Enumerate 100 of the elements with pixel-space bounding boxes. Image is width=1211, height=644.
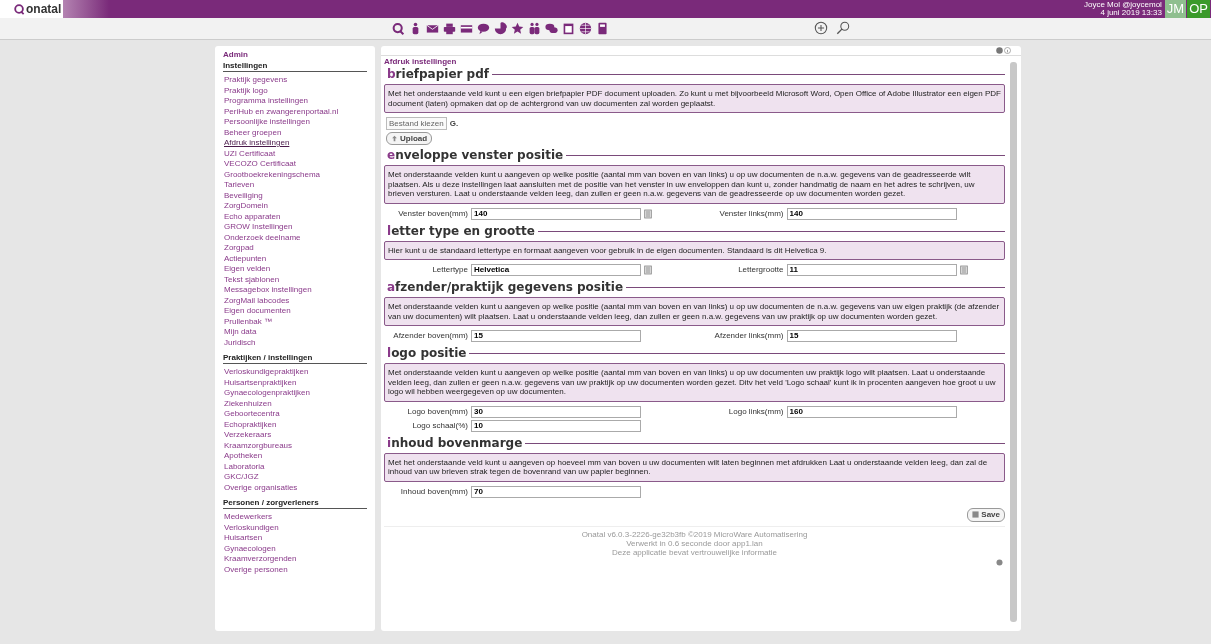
calendar-icon[interactable] — [562, 22, 575, 35]
sidebar-item[interactable]: Verzekeraars — [223, 430, 367, 441]
sidebar-item[interactable]: Beveiliging — [223, 190, 367, 201]
field-label: Logo links(mm) — [727, 405, 784, 418]
section-heading: logo positie — [386, 346, 467, 361]
sidebar-item[interactable]: Verloskundigepraktijken — [223, 367, 367, 378]
logo-text: onatal — [26, 1, 62, 18]
sidebar-item[interactable]: Tekst sjablonen — [223, 274, 367, 285]
sidebar-item[interactable]: Beheer groepen — [223, 127, 367, 138]
sidebar-item[interactable]: Echopraktijken — [223, 419, 367, 430]
printer-icon[interactable] — [443, 22, 456, 35]
section-heading: briefpapier pdf — [386, 67, 489, 82]
search-icon[interactable] — [836, 21, 850, 35]
info-icon[interactable] — [1004, 47, 1011, 54]
sidebar-item[interactable]: Ziekenhuizen — [223, 398, 367, 409]
breadcrumb: Afdruk instellingen — [384, 57, 458, 67]
sidebar-item[interactable]: Laboratoria — [223, 461, 367, 472]
sidebar-item[interactable]: Kraamzorgbureaus — [223, 440, 367, 451]
sidebar-item[interactable]: Huisartsenpraktijken — [223, 377, 367, 388]
sidebar-item[interactable]: Kraamverzorgenden — [223, 554, 367, 565]
people-icon[interactable] — [528, 22, 541, 35]
card-icon[interactable] — [460, 22, 473, 35]
sidebar-item[interactable]: GKC/JGZ — [223, 472, 367, 483]
footer-text: Deze applicatie bevat vertrouwelijke informatie — [612, 547, 777, 557]
field-label: Logo schaal(%) — [411, 419, 468, 432]
sidebar-item[interactable]: Juridisch — [223, 337, 367, 348]
sidebar-heading: Praktijken / instellingen — [223, 352, 367, 364]
sidebar-item[interactable]: Actiepunten — [223, 253, 367, 264]
chat-icon[interactable] — [545, 22, 558, 35]
sidebar-item[interactable]: PeriHub en zwangerenportaal.nl — [223, 106, 367, 117]
sidebar-item[interactable]: Messagebox instellingen — [223, 285, 367, 296]
field-label: Venster links(mm) — [718, 207, 784, 220]
sidebar-item[interactable]: Mijn data — [223, 327, 367, 338]
section-heading: enveloppe venster positie — [386, 148, 564, 163]
description-panel: Met onderstaande velden kunt u aangeven op welke positie (aantal mm van boven en van links) u op uw documenten uw praktijk logo wilt plaatsen. Laat u onderstaande velden leeg, dan zullen er geen n.a.w. gegevens van uw praktijk op uw documenten worden gezet. Ditv het veld 'Logo schaal' kunt ik in procenten aangeven hoe groot u uw logo wil hebben weergegeven op uw documenten. — [384, 363, 1005, 402]
sidebar-item[interactable]: VECOZO Certificaat — [223, 159, 367, 170]
sidebar-item[interactable]: Prullenbak ™ — [223, 316, 367, 327]
sidebar-item[interactable]: Programma instellingen — [223, 96, 367, 107]
sidebar-item[interactable]: Grootboekrekeningschema — [223, 169, 367, 180]
sidebar-item[interactable]: GROW Instellingen — [223, 222, 367, 233]
sidebar-item[interactable]: Verloskundigen — [223, 522, 367, 533]
input-field[interactable]: 15 — [786, 330, 957, 342]
upload-button[interactable]: Upload — [386, 132, 433, 145]
description-panel: Met het onderstaande veld kunt u aangeven op hoeveel mm van boven u uw documenten wilt laten beginnen met afdrukken Laat u onderstaande velden leeg, dan zal de inhoud van uw brieven strak tegen de bovenrand van uw papier beginnen. — [384, 452, 1005, 482]
sidebar-item[interactable]: Praktijk logo — [223, 85, 367, 96]
sidebar-item[interactable]: Gynaecologenpraktijken — [223, 388, 367, 399]
logo-icon — [14, 3, 25, 15]
sidebar-item[interactable]: Afdruk instellingen — [223, 138, 367, 149]
sidebar-item[interactable]: Eigen documenten — [223, 306, 367, 317]
sidebar-item[interactable]: Overige organisaties — [223, 482, 367, 493]
sidebar-item[interactable]: Persoonlijke instellingen — [223, 117, 367, 128]
sidebar-item[interactable]: Gynaecologen — [223, 543, 367, 554]
field-label: Lettertype — [431, 264, 468, 276]
input-field[interactable]: 140 — [471, 207, 641, 220]
sidebar-item[interactable]: Medewerkers — [223, 512, 367, 523]
description-panel: Met onderstaande velden kunt u aangeven op welke positie (aantal mm van boven en van links) u op uw documenten de n.a.w. gegevens van de geadresseerde wilt plaatsen. Als u deze instellingen laat aansluiten met de positie van het venster in uw enveloppen dan kunt u, zonder handmatig de naam en het adres te schrijven, uw brieven versturen. Laat u onderstaande velden leeg, dan zullen er geen n.a.w. gegevens van de geadresseerde op uw documenten worden gezet. — [384, 165, 1005, 204]
file-chooser-button[interactable]: Bestand kiezen — [386, 117, 447, 130]
sidebar-item[interactable]: Huisartsen — [223, 533, 367, 544]
chat-icon[interactable] — [477, 22, 490, 35]
input-field[interactable]: 30 — [471, 405, 641, 418]
sidebar-item[interactable]: Overige personen — [223, 564, 367, 575]
star-icon[interactable] — [511, 22, 524, 35]
sidebar-item[interactable]: Tarieven — [223, 180, 367, 191]
sidebar-heading: Instellingen — [223, 60, 367, 72]
input-field[interactable]: Helvetica — [471, 264, 641, 276]
save-button[interactable]: Save — [967, 507, 1005, 522]
sidebar-item[interactable]: Praktijk gegevens — [223, 75, 367, 86]
mail-icon[interactable] — [426, 22, 439, 35]
input-field[interactable]: 160 — [786, 405, 957, 418]
section-heading: afzender/praktijk gegevens positie — [386, 280, 624, 295]
user-badge[interactable]: OP — [1187, 0, 1210, 18]
input-field[interactable]: 15 — [471, 330, 641, 342]
input-field[interactable]: 70 — [471, 485, 641, 498]
sidebar-item[interactable]: ZorgDomein — [223, 201, 367, 212]
section-heading: letter type en grootte — [386, 223, 535, 239]
sidebar-item[interactable]: ZorgMail labcodes — [223, 295, 367, 306]
field-label: Inhoud boven(mm) — [399, 485, 468, 498]
logo-icon[interactable] — [392, 22, 405, 35]
sidebar-item[interactable]: Echo apparaten — [223, 211, 367, 222]
calculator-icon[interactable] — [596, 22, 609, 35]
section-heading: inhoud bovenmarge — [386, 435, 523, 451]
field-label: Lettergrootte — [737, 264, 784, 276]
upload-icon — [391, 135, 398, 142]
scrollbar[interactable] — [1010, 62, 1017, 622]
input-field[interactable]: 10 — [471, 419, 641, 432]
field-label: Afzender links(mm) — [713, 330, 784, 342]
input-field[interactable]: 11 — [786, 264, 957, 276]
sidebar-item[interactable]: Eigen velden — [223, 264, 367, 275]
sidebar-item[interactable]: Apotheken — [223, 451, 367, 462]
description-panel: Met het onderstaande veld kunt u een eigen briefpapier PDF document uploaden. Zo kunt u met bijvoorbeeld Microsoft Word, Open Office of Adobe Illustrator een eigen PDF document (laten) opmaken dat op de achtergrond van uw documenten zal worden geplaatst. — [384, 84, 1005, 113]
save-icon — [972, 511, 980, 518]
sidebar-item[interactable]: UZI Certificaat — [223, 148, 367, 159]
add-icon[interactable] — [814, 21, 828, 35]
pie-icon[interactable] — [494, 22, 507, 35]
globe-icon[interactable] — [579, 22, 592, 35]
field-label: Logo boven(mm) — [406, 405, 468, 418]
input-field[interactable]: 140 — [786, 207, 957, 220]
sidebar-item[interactable]: Geboortecentra — [223, 409, 367, 420]
sidebar-item[interactable]: Zorgpad — [223, 243, 367, 254]
sidebar-item[interactable]: Onderzoek deelname — [223, 232, 367, 243]
